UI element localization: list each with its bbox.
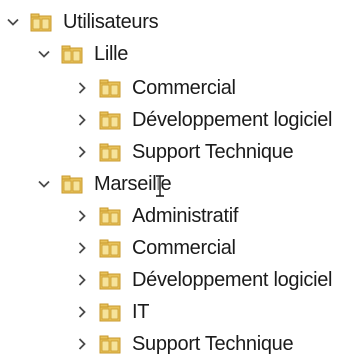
tree-node-label: Administratif: [132, 205, 239, 227]
tree-node-marseille-commercial[interactable]: Commercial: [75, 232, 236, 264]
tree-node-label: Développement logiciel: [132, 109, 333, 131]
chevron-right-icon[interactable]: [75, 81, 89, 95]
tree-node-utilisateurs[interactable]: Utilisateurs: [6, 6, 159, 38]
tree-node-label: Utilisateurs: [63, 11, 159, 33]
folder-icon: [99, 79, 121, 98]
tree-node-lille-developpement[interactable]: Développement logiciel: [75, 104, 332, 136]
folder-icon: [99, 111, 121, 130]
tree-node-label: IT: [132, 301, 150, 323]
tree-node-label: Commercial: [132, 77, 236, 99]
tree-node-label: Support Technique: [132, 141, 294, 163]
tree-node-marseille-administratif[interactable]: Administratif: [75, 200, 238, 232]
folder-icon: [99, 271, 121, 290]
tree-node-marseille-it[interactable]: IT: [75, 296, 149, 328]
folder-icon: [99, 303, 121, 322]
chevron-right-icon[interactable]: [75, 337, 89, 351]
directory-tree: Utilisateurs Lille Commercial Développem…: [0, 0, 364, 364]
folder-icon: [99, 143, 121, 162]
folder-icon: [99, 335, 121, 354]
tree-node-label: Marseille: [94, 173, 172, 195]
tree-node-label: Commercial: [132, 237, 236, 259]
chevron-right-icon[interactable]: [75, 273, 89, 287]
chevron-down-icon[interactable]: [37, 177, 51, 191]
tree-node-label: Support Technique: [132, 333, 294, 355]
tree-node-lille-commercial[interactable]: Commercial: [75, 72, 236, 104]
chevron-right-icon[interactable]: [75, 113, 89, 127]
chevron-right-icon[interactable]: [75, 305, 89, 319]
chevron-right-icon[interactable]: [75, 145, 89, 159]
folder-icon: [61, 175, 83, 194]
folder-icon: [30, 13, 52, 32]
tree-node-marseille[interactable]: Marseille: [37, 168, 172, 200]
chevron-right-icon[interactable]: [75, 209, 89, 223]
tree-node-marseille-developpement[interactable]: Développement logiciel: [75, 264, 332, 296]
tree-node-label: Lille: [94, 43, 129, 65]
folder-icon: [99, 239, 121, 258]
chevron-right-icon[interactable]: [75, 241, 89, 255]
folder-icon: [99, 207, 121, 226]
chevron-down-icon[interactable]: [6, 15, 20, 29]
tree-node-marseille-support[interactable]: Support Technique: [75, 328, 294, 360]
chevron-down-icon[interactable]: [37, 47, 51, 61]
folder-icon: [61, 45, 83, 64]
tree-node-label: Développement logiciel: [132, 269, 333, 291]
tree-node-lille[interactable]: Lille: [37, 38, 128, 70]
tree-node-lille-support[interactable]: Support Technique: [75, 136, 294, 168]
